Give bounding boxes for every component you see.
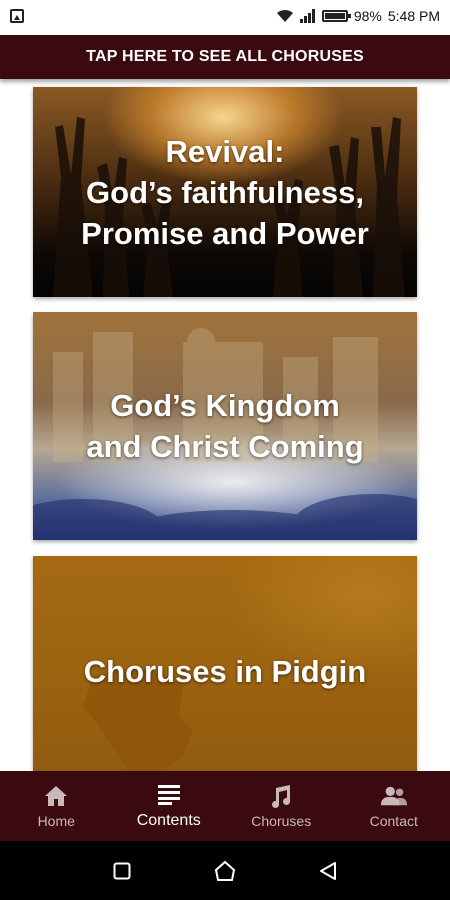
system-navigation-bar <box>0 841 450 900</box>
card-title: God’s Kingdom and Christ Coming <box>86 388 364 464</box>
nav-label: Choruses <box>251 813 312 829</box>
nav-contents[interactable]: Contents <box>113 771 226 841</box>
wifi-icon <box>276 9 293 22</box>
nav-contact[interactable]: Contact <box>338 771 450 841</box>
card-title: Revival: God’s faithfulness, Promise and… <box>81 133 369 251</box>
banner-label: TAP HERE TO SEE ALL CHORUSES <box>86 48 364 65</box>
recents-icon <box>113 862 131 879</box>
people-icon <box>380 786 407 806</box>
nav-home[interactable]: Home <box>0 771 113 841</box>
signal-icon <box>299 9 315 23</box>
contents-list[interactable]: Revival: God’s faithfulness, Promise and… <box>0 79 450 771</box>
nav-choruses[interactable]: Choruses <box>225 771 338 841</box>
music-note-icon <box>272 785 291 808</box>
card-kingdom[interactable]: God’s Kingdom and Christ Coming <box>33 312 417 540</box>
back-button[interactable] <box>308 851 348 891</box>
status-bar: 98% 5:48 PM <box>0 0 450 32</box>
home-icon <box>45 786 68 806</box>
system-home-button[interactable] <box>205 851 245 891</box>
clock: 5:48 PM <box>387 8 440 24</box>
card-title: Choruses in Pidgin <box>83 653 367 689</box>
nav-label: Home <box>37 813 75 829</box>
battery-icon <box>321 10 351 22</box>
card-revival[interactable]: Revival: God’s faithfulness, Promise and… <box>33 87 417 297</box>
back-icon <box>320 861 337 880</box>
card-pidgin[interactable]: Choruses in Pidgin <box>33 556 417 771</box>
bottom-navigation: Home Contents Choruses Contact <box>0 771 450 841</box>
nav-label: Contents <box>136 812 201 829</box>
list-icon <box>157 785 180 805</box>
battery-percent: 98% <box>353 8 382 24</box>
see-all-choruses-banner[interactable]: TAP HERE TO SEE ALL CHORUSES <box>0 35 450 79</box>
nav-label: Contact <box>369 813 418 829</box>
image-icon <box>10 9 24 23</box>
recents-button[interactable] <box>102 851 142 891</box>
home-circle-icon <box>214 860 236 881</box>
